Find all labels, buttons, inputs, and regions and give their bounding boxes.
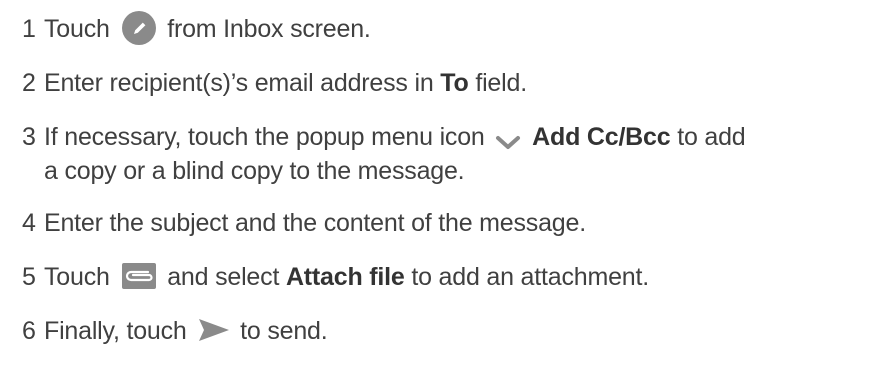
step-text-pre: If necessary, touch the popup menu icon [44, 123, 485, 151]
step-text-post: to add an attachment. [411, 263, 649, 291]
step-text: Finally, touch to send. [44, 314, 869, 348]
step-text: Touch from Inbox screen. [44, 11, 869, 46]
step-text: Enter recipient(s)’s email address in To… [44, 66, 869, 100]
step-text-bold: To [440, 69, 469, 97]
step-number: 6 [22, 317, 36, 345]
step-text-bold: Attach file [285, 263, 405, 291]
step-text-post: field. [475, 69, 527, 97]
step-number: 4 [22, 209, 36, 237]
step-text-post: from Inbox screen. [167, 15, 371, 43]
step-text-mid: and select [167, 263, 280, 291]
chevron-down-icon [495, 127, 521, 150]
send-icon [197, 317, 231, 343]
step-number: 2 [22, 69, 36, 97]
step-text: If necessary, touch the popup menu icon … [44, 120, 869, 188]
step-text-line2: a copy or a blind copy to the message. [44, 157, 465, 185]
step-number: 1 [22, 15, 36, 43]
step-2: 2 Enter recipient(s)’s email address in … [22, 66, 869, 100]
step-6: 6 Finally, touch to send. [22, 314, 869, 348]
step-text-pre: Touch [44, 15, 110, 43]
step-text-pre: Enter recipient(s)’s email address in [44, 69, 434, 97]
compose-pencil-icon [122, 11, 157, 46]
step-number: 3 [22, 123, 36, 151]
step-1: 1 Touch from Inbox screen. [22, 11, 869, 46]
step-text: Enter the subject and the content of the… [44, 209, 586, 237]
step-number: 5 [22, 263, 36, 291]
step-text-post: to add [677, 123, 746, 151]
step-text-pre: Touch [44, 263, 110, 291]
step-text-pre: Finally, touch [44, 317, 187, 345]
step-4: 4 Enter the subject and the content of t… [22, 206, 869, 240]
paperclip-icon [122, 263, 157, 290]
step-3: 3 If necessary, touch the popup menu ico… [22, 120, 869, 188]
step-text-post: to send. [240, 317, 328, 345]
step-5: 5 Touch and select Attach file to add an… [22, 260, 869, 294]
step-text: Touch and select Attach file to add an a… [44, 260, 869, 294]
step-text-bold: Add Cc/Bcc [532, 123, 671, 151]
instruction-steps: 1 Touch from Inbox screen. 2 Enter recip… [22, 11, 869, 368]
